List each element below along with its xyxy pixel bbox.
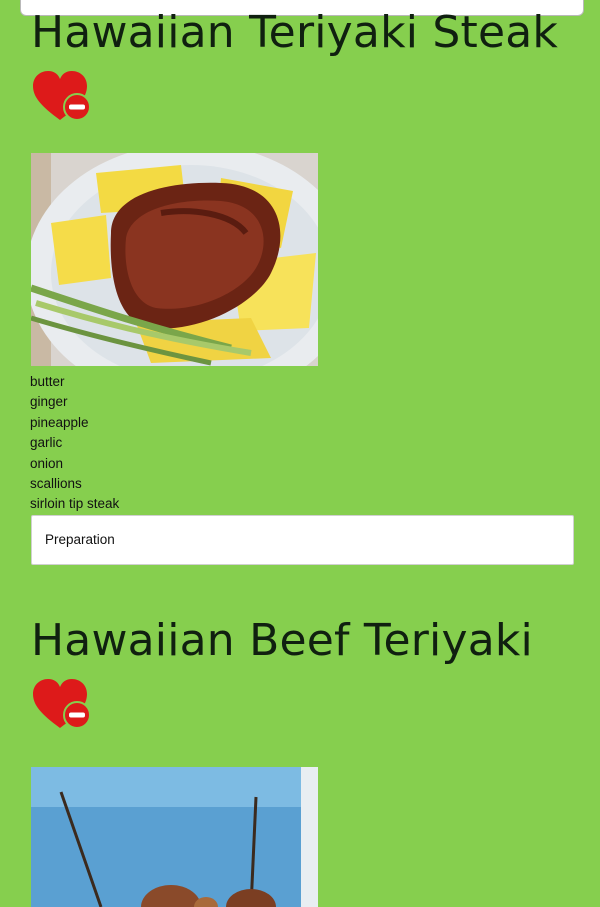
heart-minus-icon [33,679,91,729]
ingredient-item: onion [30,455,64,471]
ingredient-item: garlic [30,435,63,451]
ingredient-item: butter [30,374,65,389]
remove-favorite-button[interactable] [31,70,93,124]
recipe-photo [31,153,318,366]
recipe-photo [31,767,318,907]
ingredient-item: sirloin tip steak [30,496,120,512]
recipe-title: Hawaiian Beef Teriyaki [31,615,533,666]
ingredient-item: ginger [30,394,68,410]
recipe-card: Hawaiian Teriyaki Steak butter ginger pi… [30,6,576,565]
remove-favorite-button[interactable] [31,678,93,732]
recipe-title: Hawaiian Teriyaki Steak [31,7,559,58]
recipe-card: Hawaiian Beef Teriyaki [31,614,576,907]
ingredient-item: scallions [30,476,82,492]
heart-minus-icon [33,71,91,121]
preparation-button[interactable]: Preparation [31,514,574,565]
ingredient-item: pineapple [30,414,89,430]
ingredient-list: butter ginger pineapple garlic onion sca… [30,372,576,515]
